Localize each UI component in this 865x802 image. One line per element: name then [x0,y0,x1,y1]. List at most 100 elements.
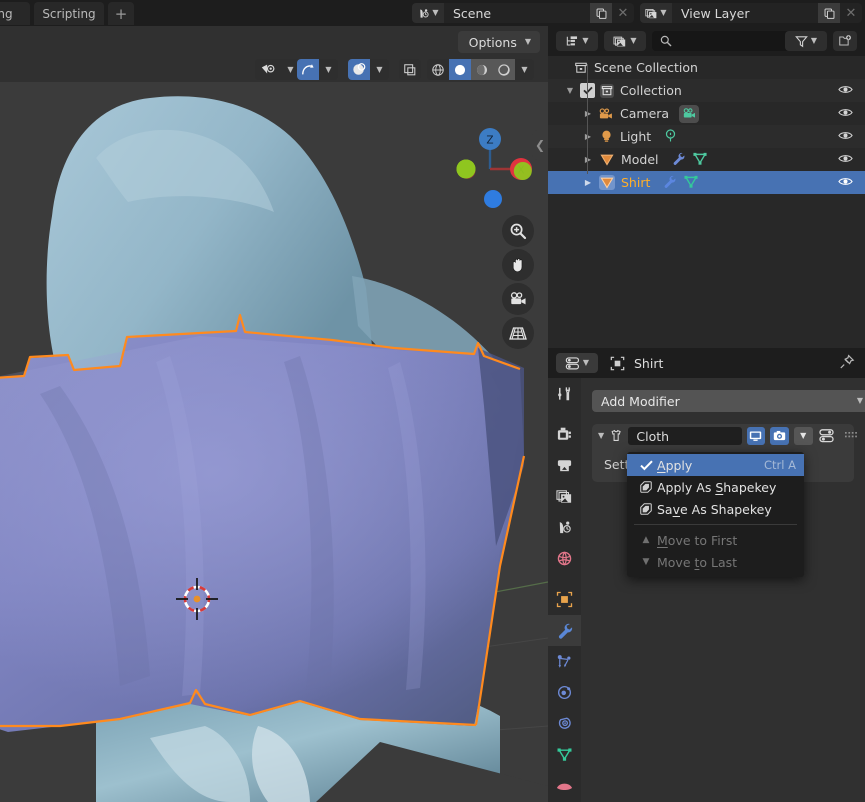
properties-tab-column[interactable] [548,378,581,802]
mesh-data-icon[interactable] [683,174,699,192]
visibility-eye-icon[interactable] [838,129,853,145]
tab-texture-paint[interactable]: ting [0,2,30,25]
light-data-icon[interactable] [663,128,678,146]
shading-solid[interactable] [449,59,471,80]
tab-physics[interactable] [548,677,581,708]
menu-item-apply[interactable]: Apply Ctrl A [627,454,804,476]
outliner-row-model[interactable]: ▶ Model [548,148,865,171]
outliner-display-mode[interactable]: ▼ [556,31,598,51]
proportional-edit-icon[interactable] [348,59,370,80]
snap-dropdown[interactable]: ▼ [319,59,338,80]
modifier-wrench-icon[interactable] [671,151,686,169]
tab-scene[interactable] [548,512,581,543]
xray-toggle-icon[interactable] [399,59,421,80]
snap-magnet-icon[interactable] [297,59,319,80]
wrench-icon [558,623,572,639]
zoom-button[interactable] [502,215,534,247]
menu-item-move-to-last[interactable]: ▼ Move to Last [627,551,804,573]
mesh-data-icon[interactable] [692,151,708,169]
tab-object[interactable] [548,584,581,615]
snap-group[interactable]: ▼ [297,59,338,80]
drag-dots-icon[interactable] [841,427,860,445]
object-visibility-icon[interactable] [255,59,281,80]
render-display-toggle[interactable] [770,427,789,445]
outliner-row-light[interactable]: ▶ Light [548,125,865,148]
triangle-down-icon[interactable]: ▼ [598,432,604,440]
viewlayer-datablock[interactable]: ▼ View Layer ✕ [640,3,862,23]
modifier-panel-icon[interactable] [818,427,837,445]
new-collection-button[interactable] [833,31,857,51]
view-layer-icon[interactable]: ▼ [640,3,672,23]
triangle-right-icon[interactable]: ▶ [582,109,594,118]
realtime-display-toggle[interactable] [746,427,766,445]
modifier-extras-menu[interactable]: Apply Ctrl A Apply As Shapekey Save As S… [627,452,804,577]
visibility-eye-icon[interactable] [838,83,853,99]
search-input[interactable] [652,31,802,51]
modifier-extras-dropdown[interactable]: ▼ [793,427,813,445]
modifier-wrench-icon[interactable] [662,174,677,192]
navigation-gizmo[interactable]: Z X [444,118,534,218]
tab-tool[interactable] [548,378,581,409]
viewport-options-button[interactable]: Options ▼ [457,31,540,53]
tab-modifiers[interactable] [548,615,581,646]
viewlayer-name[interactable]: View Layer [672,6,818,21]
visibility-eye-icon[interactable] [838,152,853,168]
outliner-editor[interactable]: ▼ ▼ ▼ Scene Collection ▼ Collection ▶ Ca… [548,26,865,348]
add-modifier-button[interactable]: Add Modifier ▼ [592,390,865,412]
proportional-edit-group[interactable]: ▼ [348,59,389,80]
modifier-name-field[interactable]: Cloth [628,427,742,445]
pin-icon[interactable] [839,353,855,373]
pan-button[interactable] [502,249,534,281]
camera-data-icon[interactable] [679,104,700,123]
chevron-down-icon: ▼ [432,8,439,17]
menu-item-apply-as-shapekey[interactable]: Apply As Shapekey [627,476,804,498]
outliner-row-shirt[interactable]: ▶ Shirt [548,171,865,194]
unlink-scene-button[interactable]: ✕ [612,3,634,23]
tab-render[interactable] [548,419,581,450]
menu-item-move-to-first[interactable]: ▲ Move to First [627,529,804,551]
viewport-sidebar-toggle[interactable]: ❮ [532,130,548,160]
outliner-row-camera[interactable]: ▶ Camera [548,102,865,125]
proportional-dropdown[interactable]: ▼ [370,59,389,80]
scene-name[interactable]: Scene [444,6,590,21]
shading-dropdown[interactable]: ▼ [515,59,534,80]
shading-material[interactable] [471,59,493,80]
triangle-right-icon[interactable]: ▶ [582,132,594,141]
camera-view-button[interactable] [502,283,534,315]
new-viewlayer-button[interactable] [818,3,840,23]
shading-rendered[interactable] [493,59,515,80]
shading-mode-group[interactable]: ▼ [427,59,534,80]
scene-icon[interactable]: ▼ [412,3,444,23]
tab-view-layer[interactable] [548,481,581,512]
shading-wireframe[interactable] [427,59,449,80]
tab-material[interactable] [548,770,581,801]
menu-item-save-as-shapekey[interactable]: Save As Shapekey [627,498,804,520]
outliner-row-collection[interactable]: ▼ Collection [548,79,865,102]
viewport-3d[interactable]: Options ▼ ▼ ▼ ▼ ▼ Z ❮ [0,26,548,802]
visibility-eye-icon[interactable] [838,106,853,122]
tab-world[interactable] [548,543,581,574]
properties-editor-type[interactable]: ▼ [556,353,598,373]
triangle-right-icon[interactable]: ▶ [582,155,594,164]
toggle-ortho-button[interactable] [502,317,534,349]
chevron-down-icon: ▼ [660,8,667,17]
tab-output[interactable] [548,450,581,481]
chevron-down-icon: ▼ [521,64,528,74]
triangle-right-icon[interactable]: ▶ [582,178,594,187]
tab-particles[interactable] [548,646,581,677]
tab-scripting[interactable]: Scripting [34,2,104,25]
outliner-filter-button[interactable]: ▼ [785,31,827,51]
outliner-id-filter[interactable]: ▼ [604,31,646,51]
tab-constraints[interactable] [548,708,581,739]
xray-toggle[interactable] [399,59,421,80]
triangle-down-icon[interactable]: ▼ [564,86,576,95]
tab-object-data[interactable] [548,739,581,770]
scene-datablock[interactable]: ▼ Scene ✕ [412,3,634,23]
remove-viewlayer-button[interactable]: ✕ [840,3,862,23]
new-scene-button[interactable] [590,3,612,23]
visibility-eye-icon[interactable] [838,175,853,191]
camera-icon [510,292,526,305]
outliner-row-scene-collection[interactable]: Scene Collection [548,56,865,79]
tab-add-workspace[interactable]: + [108,2,134,25]
object-visibility-group[interactable]: ▼ [255,59,300,80]
